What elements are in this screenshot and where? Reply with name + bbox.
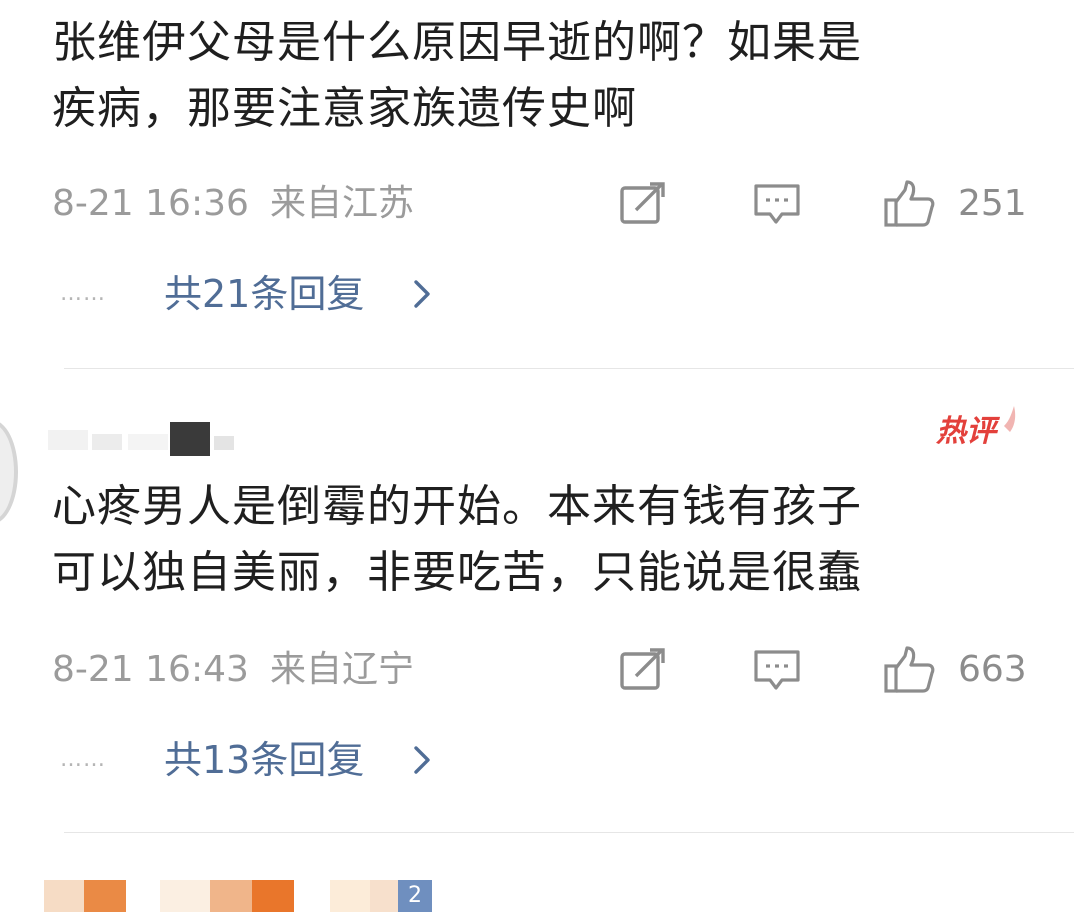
- reply-summary[interactable]: …… 共13条回复: [0, 736, 1074, 784]
- like-count: 251: [958, 183, 1027, 224]
- view-replies-link[interactable]: 共21条回复: [164, 270, 364, 318]
- reply-dots: ……: [60, 747, 106, 772]
- comment-icon[interactable]: [752, 646, 802, 694]
- comment-location: 来自辽宁: [270, 649, 415, 690]
- reply-summary[interactable]: …… 共21条回复: [0, 270, 1074, 318]
- chevron-right-icon[interactable]: [404, 736, 438, 784]
- thumbs-up-icon[interactable]: [880, 180, 936, 228]
- redaction-block: [84, 880, 126, 912]
- redaction-block: [160, 880, 210, 912]
- thumbs-up-icon[interactable]: [880, 646, 936, 694]
- view-replies-link[interactable]: 共13条回复: [164, 736, 364, 784]
- avatar[interactable]: [0, 420, 18, 524]
- badge-flame-icon: [1004, 406, 1016, 432]
- reply-dots: ……: [60, 281, 106, 306]
- comment-divider: [64, 368, 1074, 369]
- comment-meta: 8-21 16:43 来自辽宁 663: [0, 646, 1074, 694]
- repost-icon[interactable]: [618, 180, 668, 228]
- comment-text: 张维伊父母是什么原因早逝的啊？如果是 疾病，那要注意家族遗传史啊: [52, 17, 862, 134]
- repost-icon[interactable]: [618, 646, 668, 694]
- like-count: 663: [958, 649, 1027, 690]
- redaction-mosaic: [48, 422, 234, 456]
- username-redacted: [48, 420, 238, 460]
- redaction-block: [210, 880, 252, 912]
- comment-icon[interactable]: [752, 180, 802, 228]
- reply-count-badge: 2: [398, 880, 432, 912]
- next-comment-preview: 2: [0, 880, 1074, 912]
- redaction-block: [44, 880, 84, 912]
- comment-text: 心疼男人是倒霉的开始。本来有钱有孩子 可以独自美丽，非要吃苦，只能说是很蠢: [52, 481, 862, 598]
- chevron-right-icon[interactable]: [404, 270, 438, 318]
- comment-time: 8-21 16:36: [52, 183, 249, 224]
- hot-comment-badge: 热评: [934, 404, 1018, 456]
- comment-divider: [64, 832, 1074, 833]
- comment-time: 8-21 16:43: [52, 649, 249, 690]
- redaction-block: [252, 880, 294, 912]
- comment-location: 来自江苏: [270, 183, 415, 224]
- redaction-block: [330, 880, 370, 912]
- comment-meta: 8-21 16:36 来自江苏 251: [0, 180, 1074, 228]
- redaction-block: [370, 880, 398, 912]
